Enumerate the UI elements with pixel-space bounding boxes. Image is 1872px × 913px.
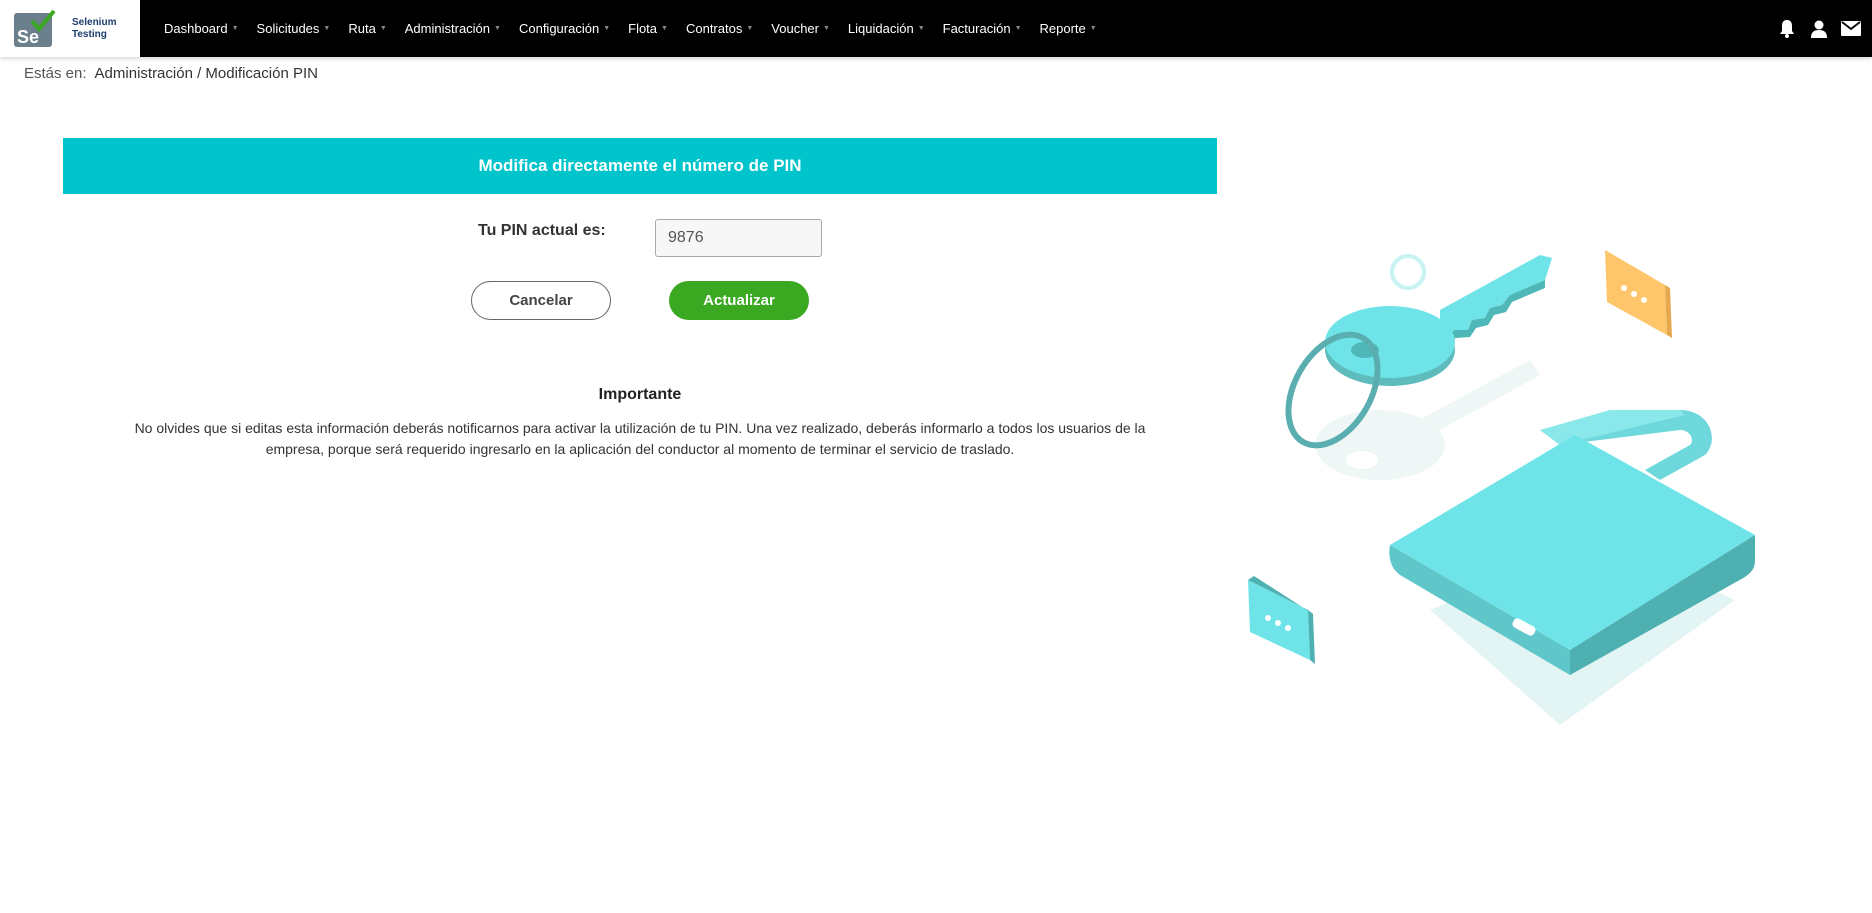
nav-item-facturacion[interactable]: Facturación ▼: [943, 21, 1022, 36]
breadcrumb: Estás en: Administración / Modificación …: [24, 65, 318, 82]
nav-item-contratos[interactable]: Contratos ▼: [686, 21, 753, 36]
main-menu: Dashboard ▼ Solicitudes ▼ Ruta ▼ Administra…: [164, 0, 1115, 57]
caret-down-icon: ▼: [323, 25, 331, 32]
nav-item-administracion[interactable]: Administración ▼: [405, 21, 501, 36]
caret-down-icon: ▼: [603, 25, 611, 32]
nav-item-solicitudes[interactable]: Solicitudes ▼: [257, 21, 331, 36]
caret-down-icon: ▼: [917, 25, 925, 32]
key-blade: [1440, 255, 1552, 340]
key-head: [1325, 306, 1455, 378]
caret-down-icon: ▼: [494, 25, 501, 32]
caret-down-icon: ▼: [1014, 25, 1022, 32]
small-circle: [1390, 254, 1426, 290]
important-title: Importante: [598, 386, 682, 403]
caret-down-icon: ▼: [822, 25, 830, 32]
breadcrumb-path: Administración / Modificación PIN: [94, 65, 318, 82]
caret-down-icon: ▼: [231, 25, 239, 32]
selenium-logo-icon: Se: [14, 9, 56, 49]
key-shadow-ring: [1315, 410, 1445, 480]
caret-down-icon: ▼: [1089, 25, 1097, 32]
update-button[interactable]: Actualizar: [669, 281, 809, 320]
top-navbar: Se Selenium Testing Dashboard ▼ Solicitud…: [0, 0, 1872, 57]
nav-icons: [1766, 0, 1862, 57]
caret-down-icon: ▼: [379, 25, 387, 32]
svg-text:Se: Se: [17, 27, 39, 47]
cancel-button[interactable]: Cancelar: [471, 281, 611, 320]
user-icon[interactable]: [1808, 18, 1830, 40]
key-lock-illustration: [1240, 230, 1830, 740]
chat-bubble-teal: [1248, 580, 1310, 660]
nav-item-flota[interactable]: Flota ▼: [628, 21, 668, 36]
pin-label: Tu PIN actual es:: [478, 222, 606, 239]
nav-item-configuracion[interactable]: Configuración ▼: [519, 21, 610, 36]
caret-down-icon: ▼: [746, 25, 754, 32]
nav-item-ruta[interactable]: Ruta ▼: [348, 21, 386, 36]
caret-down-icon: ▼: [661, 25, 668, 32]
banner-title: Modifica directamente el número de PIN: [478, 156, 802, 175]
mail-icon[interactable]: [1840, 18, 1862, 40]
brand-name: Selenium Testing: [72, 16, 117, 40]
pin-input[interactable]: [655, 219, 822, 257]
nav-item-reporte[interactable]: Reporte ▼: [1040, 21, 1097, 36]
nav-item-liquidacion[interactable]: Liquidación ▼: [848, 21, 925, 36]
brand[interactable]: Se Selenium Testing: [0, 0, 140, 57]
breadcrumb-prefix: Estás en:: [24, 65, 87, 82]
bell-icon[interactable]: [1776, 18, 1798, 40]
important-text: No olvides que si editas esta informació…: [134, 420, 1146, 457]
section-banner: Modifica directamente el número de PIN: [63, 138, 1217, 194]
nav-item-voucher[interactable]: Voucher ▼: [771, 21, 830, 36]
nav-item-dashboard[interactable]: Dashboard ▼: [164, 21, 239, 36]
